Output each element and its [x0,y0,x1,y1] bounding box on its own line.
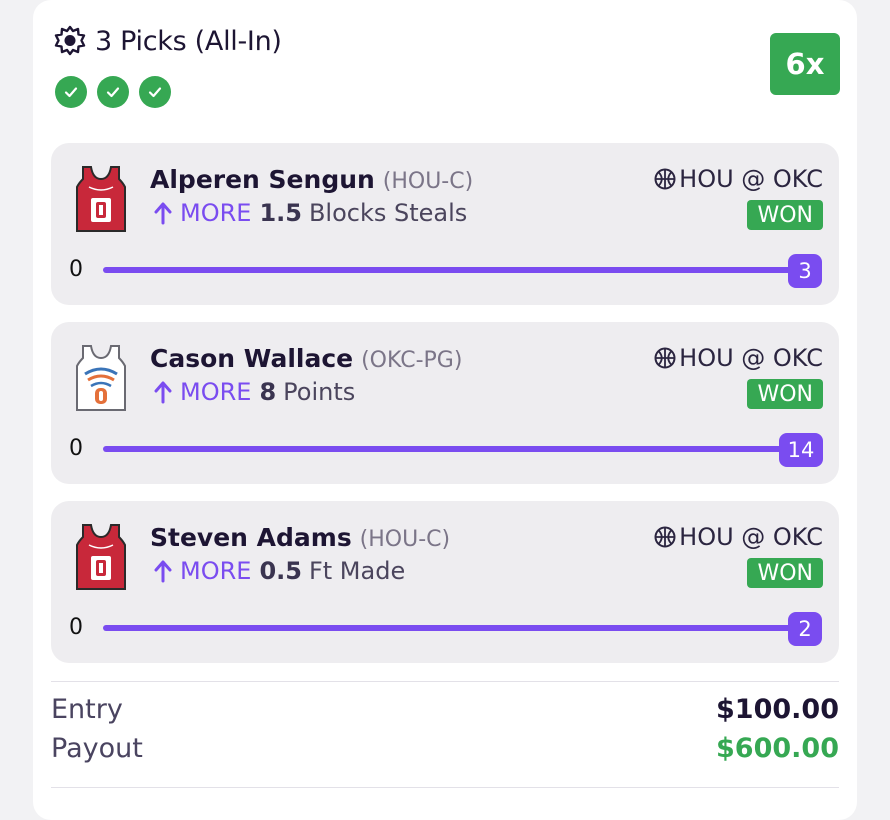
basketball-icon [654,168,676,190]
progress-bar [103,625,803,631]
progress-value-badge: 3 [788,254,822,288]
pick-line: MORE 0.5 Ft Made [152,557,405,585]
progress-value-badge: 14 [779,433,823,467]
pick-line: MORE 8 Points [152,378,355,406]
player-name: Cason Wallace [150,344,354,373]
basketball-icon [654,526,676,548]
line-value: 1.5 [259,199,302,227]
arrow-up-icon [154,560,172,583]
game-label: HOU @ OKC [679,523,823,551]
player-team-position: (HOU-C) [359,527,451,552]
pick-card[interactable]: Cason Wallace (OKC-PG) MORE 8 Points HOU… [51,322,839,484]
progress-min-label: 0 [69,615,83,640]
stat-name: Ft Made [308,557,406,585]
payout-amount: $600.00 [716,733,839,764]
result-badge: WON [747,379,823,409]
check-icon [55,76,87,108]
progress-bar [103,267,803,273]
player-info: Steven Adams (HOU-C) [150,523,450,552]
rockets-red-jersey-icon [75,165,127,233]
direction-label: MORE [180,378,252,406]
player-team-position: (HOU-C) [382,169,474,194]
thunder-white-jersey-icon [75,344,127,412]
pick-status-checks [55,76,282,108]
game-matchup: HOU @ OKC [654,523,823,551]
pick-line: MORE 1.5 Blocks Steals [152,199,467,227]
progress-bar [103,446,793,452]
game-label: HOU @ OKC [679,165,823,193]
player-info: Cason Wallace (OKC-PG) [150,344,462,373]
game-label: HOU @ OKC [679,344,823,372]
direction-label: MORE [180,199,252,227]
arrow-up-icon [154,381,172,404]
entry-title: 3 Picks (All-In) [95,25,282,57]
line-value: 8 [259,378,277,406]
pick-card[interactable]: Alperen Sengun (HOU-C) MORE 1.5 Blocks S… [51,143,839,305]
entry-amount: $100.00 [716,694,839,725]
rockets-red-jersey-icon [75,523,127,591]
player-name: Alperen Sengun [150,165,375,194]
entry-header: 3 Picks (All-In) [53,24,282,108]
gear-badge-icon [53,24,87,58]
direction-label: MORE [180,557,252,585]
result-badge: WON [747,200,823,230]
line-value: 0.5 [259,557,302,585]
arrow-up-icon [154,202,172,225]
entry-card: 3 Picks (All-In) 6x Alperen Sengun (HOU-… [33,0,857,820]
progress-min-label: 0 [69,257,83,282]
divider [51,681,839,682]
game-matchup: HOU @ OKC [654,344,823,372]
basketball-icon [654,347,676,369]
game-matchup: HOU @ OKC [654,165,823,193]
progress-min-label: 0 [69,436,83,461]
payout-amount-row: Payout $600.00 [51,733,839,764]
check-icon [139,76,171,108]
player-name: Steven Adams [150,523,352,552]
entry-label: Entry [51,694,123,725]
check-icon [97,76,129,108]
pick-card[interactable]: Steven Adams (HOU-C) MORE 0.5 Ft Made HO… [51,501,839,663]
entry-amount-row: Entry $100.00 [51,694,839,725]
player-team-position: (OKC-PG) [361,348,463,373]
stat-name: Points [283,378,356,406]
result-badge: WON [747,558,823,588]
divider [51,787,839,788]
progress-value-badge: 2 [788,612,822,646]
player-info: Alperen Sengun (HOU-C) [150,165,473,194]
payout-label: Payout [51,733,143,764]
stat-name: Blocks Steals [308,199,468,227]
payout-multiplier-badge: 6x [770,33,840,95]
